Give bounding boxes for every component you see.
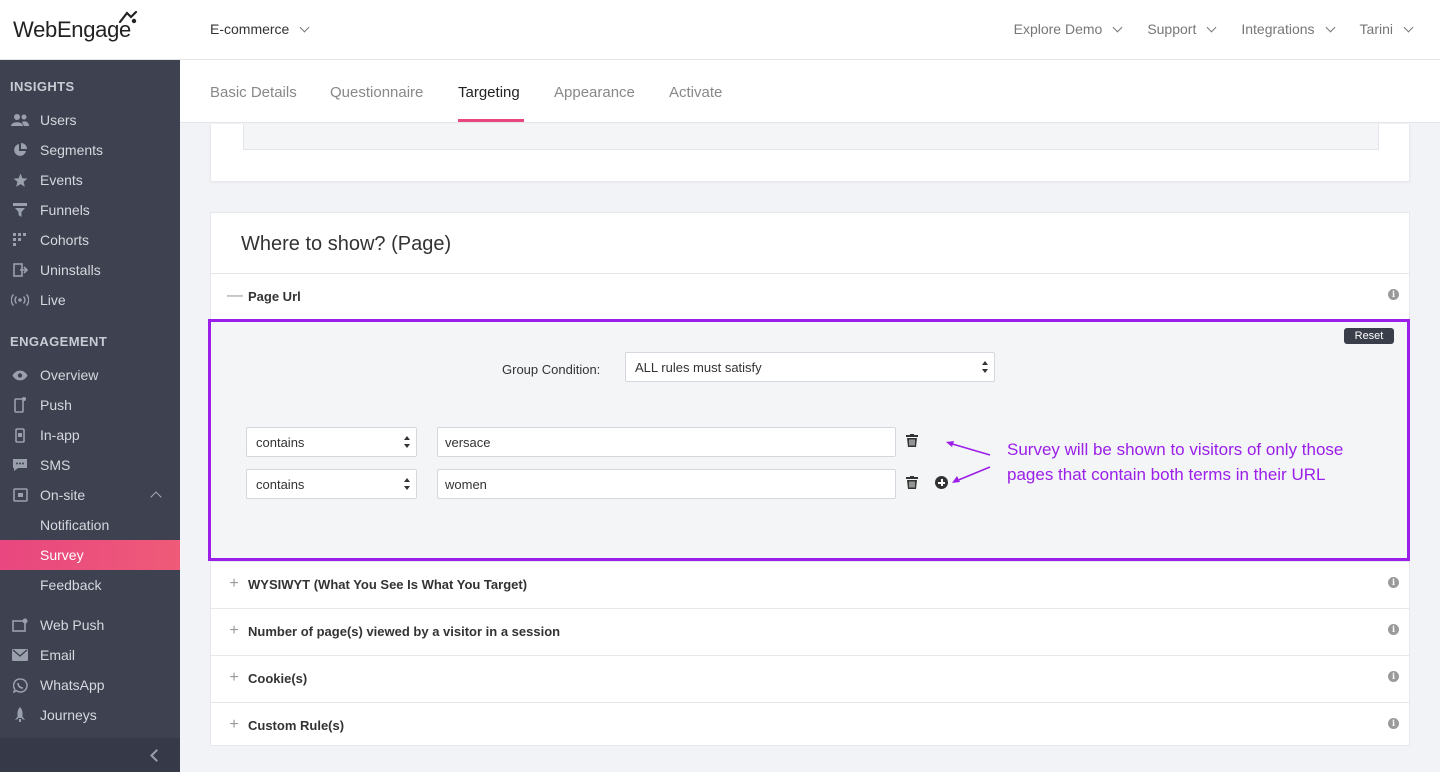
logo-text: WebEngage [13,17,131,42]
engagement-title: ENGAGEMENT [10,334,108,349]
sms-icon [10,457,30,473]
sidebar-item-uninstalls[interactable]: Uninstalls [0,255,180,285]
custom-rules-label: Custom Rule(s) [248,718,345,733]
email-icon [10,647,30,663]
tab-activate[interactable]: Activate [669,84,722,101]
info-icon[interactable]: i [1388,671,1399,682]
page-url-label: Page Url [248,289,301,304]
expand-icon[interactable]: + [227,717,241,733]
sidebar-item-in-app[interactable]: In-app [0,420,180,450]
previous-section-content [243,124,1379,150]
expand-icon[interactable]: + [227,623,241,639]
sidebar-item-events[interactable]: Events [0,165,180,195]
chevron-up-icon[interactable] [150,491,162,503]
sidebar-item-push[interactable]: Push [0,390,180,420]
sidebar-item-funnels[interactable]: Funnels [0,195,180,225]
sidebar-item-users[interactable]: Users [0,105,180,135]
logo-hat-icon [118,10,138,24]
support-menu[interactable]: Support [1147,21,1217,37]
sidebar-item-web-push[interactable]: Web Push [0,610,180,640]
info-icon[interactable]: i [1388,718,1399,729]
sidebar-item-overview[interactable]: Overview [0,360,180,390]
chevron-down-icon [299,22,310,32]
integrations-menu[interactable]: Integrations [1241,21,1335,37]
expand-icon[interactable]: + [227,670,241,686]
collapse-sidebar-icon[interactable] [150,749,163,762]
annotation-text: Survey will be shown to visitors of only… [1007,440,1344,484]
uninstall-icon [10,262,30,278]
collapse-icon[interactable]: — [227,288,243,304]
previous-section-card [210,124,1410,182]
workspace-name: E-commerce [210,21,290,37]
explore-demo-menu[interactable]: Explore Demo [1014,21,1123,37]
tab-appearance[interactable]: Appearance [554,84,635,101]
sidebar-item-cohorts[interactable]: Cohorts [0,225,180,255]
info-icon[interactable]: i [1388,624,1399,635]
sidebar-item-journeys[interactable]: Journeys [0,700,180,730]
top-nav: Explore Demo Support Integrations Tarini [988,21,1414,37]
sidebar-item-live[interactable]: Live [0,285,180,315]
sidebar-item-segments[interactable]: Segments [0,135,180,165]
top-bar: WebEngage E-commerce Explore Demo Suppor… [0,0,1440,60]
wysiwyt-row[interactable]: + WYSIWYT (What You See Is What You Targ… [211,561,1409,608]
star-icon [10,172,30,188]
custom-rules-row[interactable]: + Custom Rule(s) i [211,702,1409,749]
broadcast-icon [10,292,30,308]
eye-icon [10,367,30,383]
grid-icon [10,232,30,248]
info-icon[interactable]: i [1388,289,1399,300]
chevron-down-icon [1403,22,1414,32]
annotation-arrows [946,441,991,483]
chevron-down-icon [1112,22,1123,32]
info-icon[interactable]: i [1388,577,1399,588]
sidebar-subitem-feedback[interactable]: Feedback [0,570,180,600]
active-tab-indicator [458,119,524,122]
user-menu[interactable]: Tarini [1360,21,1414,37]
chevron-down-icon [1206,22,1217,32]
wizard-tabs: Basic Details Questionnaire Targeting Ap… [180,60,1440,123]
page-url-row[interactable]: — Page Url i [211,273,1409,320]
pie-chart-icon [10,142,30,158]
sidebar: INSIGHTS Users Segments Events Funnels C… [0,60,180,772]
funnel-icon [10,202,30,218]
sidebar-subitem-survey[interactable]: Survey [0,540,180,570]
tab-targeting[interactable]: Targeting [458,84,520,101]
sidebar-item-sms[interactable]: SMS [0,450,180,480]
mobile-push-icon [10,397,30,413]
insights-title: INSIGHTS [10,79,75,94]
pages-viewed-label: Number of page(s) viewed by a visitor in… [248,624,561,639]
whatsapp-icon [10,677,30,693]
chevron-down-icon [1325,22,1335,32]
sidebar-item-email[interactable]: Email [0,640,180,670]
sidebar-item-whatsapp[interactable]: WhatsApp [0,670,180,700]
onsite-icon [10,487,30,503]
webengage-logo[interactable]: WebEngage [13,10,138,46]
sidebar-subitem-notification[interactable]: Notification [0,510,180,540]
sidebar-item-on-site[interactable]: On-site [0,480,180,510]
sidebar-collapse-bar [0,738,180,772]
users-icon [10,112,30,128]
cookies-row[interactable]: + Cookie(s) i [211,655,1409,702]
rocket-icon [10,707,30,723]
pages-viewed-row[interactable]: + Number of page(s) viewed by a visitor … [211,608,1409,655]
workspace-dropdown[interactable]: E-commerce [210,21,310,37]
wysiwyt-label: WYSIWYT (What You See Is What You Target… [248,577,528,592]
mobile-icon [10,427,30,443]
tab-basic-details[interactable]: Basic Details [210,84,297,101]
tab-questionnaire[interactable]: Questionnaire [330,84,423,101]
expand-icon[interactable]: + [227,576,241,592]
cookies-label: Cookie(s) [248,671,308,686]
section-title: Where to show? (Page) [241,233,452,255]
web-push-icon [10,617,30,633]
